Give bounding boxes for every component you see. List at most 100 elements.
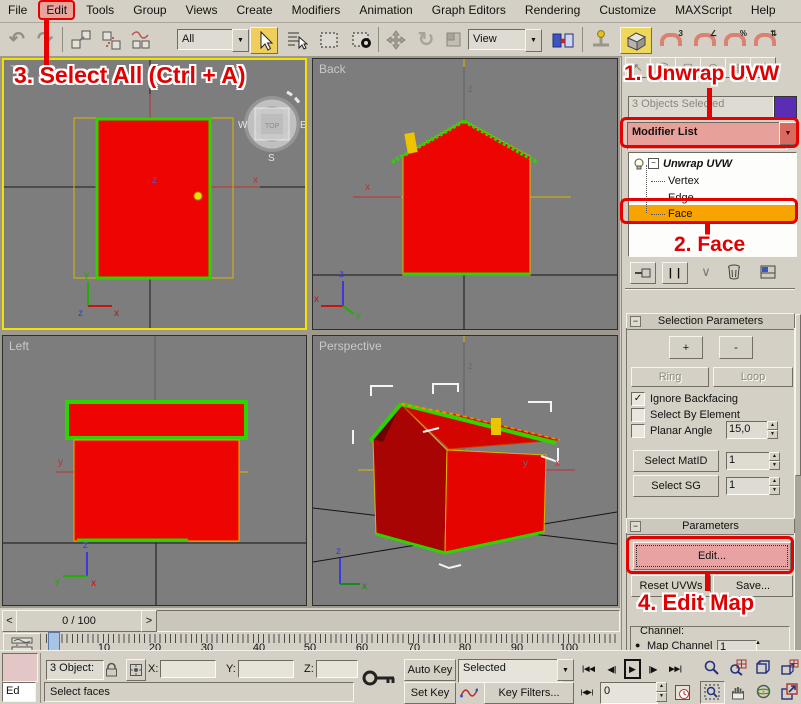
zoom-extents-all-icon[interactable] [778,657,801,678]
reference-coordinate-dropdown-icon[interactable]: ▼ [525,29,542,52]
planar-angle-checkbox[interactable]: Planar Angle [631,424,712,438]
menu-file[interactable]: File [0,0,35,20]
menu-graph-editors[interactable]: Graph Editors [424,0,514,20]
angle-snap-icon[interactable]: ∠ [692,27,718,52]
absolute-offset-toggle-icon[interactable] [126,659,146,681]
auto-key-button[interactable]: Auto Key [404,659,456,681]
unlink-icon[interactable] [98,27,124,52]
select-sg-button[interactable]: Select SG [633,475,719,497]
stack-row-face-selected[interactable]: Face [629,205,797,222]
maxscript-mini-listener-white[interactable]: Ed [2,682,36,702]
stack-row-edge[interactable]: Edge [629,189,797,206]
view-compass[interactable]: TOP W E S [238,92,305,164]
rollout-collapse-icon[interactable]: − [630,316,641,327]
snap-3d-icon[interactable]: 3 [658,27,684,52]
z-coord-field[interactable] [316,660,358,678]
sg-spinner[interactable]: ▲▼ [769,477,780,495]
viewport-top[interactable]: z x TOP W E S y z [2,58,307,330]
x-coord-field[interactable] [160,660,216,678]
configure-modifier-sets-icon[interactable] [756,262,780,282]
make-unique-icon[interactable]: ∨ [694,262,718,282]
selection-set-dropdown-icon[interactable]: ▼ [557,659,574,681]
key-mode-toggle-icon[interactable]: |◀▶| [578,682,596,702]
pin-stack-icon[interactable] [630,262,656,284]
stack-row-vertex[interactable]: Vertex [629,172,797,189]
spinner-snap-icon[interactable]: ⇅ [752,27,778,52]
arc-rotate-icon[interactable] [752,681,775,702]
previous-frame-icon[interactable]: ◀| [603,659,621,679]
manipulate-icon[interactable] [588,27,614,52]
sg-value-field[interactable]: 1 [726,477,770,495]
set-keys-key-icon[interactable] [360,657,398,699]
object-name-field[interactable]: 3 Objects Selected [628,96,774,118]
current-frame-field[interactable]: 0 [600,682,658,704]
rectangular-selection-region-icon[interactable] [316,27,342,52]
mirror-icon[interactable] [550,27,576,52]
select-and-scale-icon[interactable] [441,27,467,52]
selection-filter-combo[interactable]: All ▼ [177,29,249,50]
select-object-icon[interactable] [250,27,278,54]
remove-modifier-icon[interactable] [722,262,746,282]
reference-coordinate-combo[interactable]: View ▼ [468,29,542,50]
next-frame-icon[interactable]: |▶ [644,659,662,679]
ring-button[interactable]: Ring [631,367,709,387]
stack-face-label[interactable]: Face [668,208,692,220]
menu-views[interactable]: Views [178,0,226,20]
set-key-button[interactable]: Set Key [404,682,456,704]
planar-angle-spinner[interactable]: ▲▼ [767,421,778,439]
rollout-collapse-icon[interactable]: − [630,521,641,532]
select-by-element-checkbox[interactable]: Select By Element [631,408,740,422]
object-color-swatch[interactable] [774,96,797,118]
snaps-toggle-icon[interactable] [620,27,652,54]
viewport-back[interactable]: z x z x y Back [312,58,618,330]
loop-button[interactable]: Loop [713,367,793,387]
maxscript-mini-listener-pink[interactable] [2,653,38,682]
undo-icon[interactable]: ↶ [4,27,30,52]
select-by-name-icon[interactable] [284,27,310,52]
selection-lock-icon[interactable] [102,659,120,679]
modifier-list-dropdown-icon[interactable]: ▼ [779,122,797,145]
time-slider-prev-icon[interactable]: < [2,610,17,632]
zoom-icon[interactable] [700,657,723,678]
selection-filter-dropdown-icon[interactable]: ▼ [232,29,249,52]
pan-hand-icon[interactable] [726,681,749,702]
time-configuration-icon[interactable] [672,682,692,702]
select-and-rotate-icon[interactable]: ↻ [413,27,439,52]
current-frame-spinner[interactable]: ▲▼ [656,682,667,702]
play-button-icon[interactable]: ▶ [624,659,641,679]
select-and-move-icon[interactable] [383,27,409,52]
zoom-extents-icon[interactable] [752,657,775,678]
menu-help[interactable]: Help [743,0,784,20]
menu-customize[interactable]: Customize [591,0,664,20]
checkbox-unchecked-icon[interactable] [631,424,645,438]
panel-scrollbar[interactable] [795,314,801,650]
key-filters-button[interactable]: Key Filters... [484,682,574,704]
viewport-perspective[interactable]: z y x z x Perspective [312,335,618,606]
menu-maxscript[interactable]: MAXScript [667,0,740,20]
menu-group[interactable]: Group [125,0,174,20]
region-zoom-icon[interactable] [700,681,725,704]
go-to-start-icon[interactable]: |◀◀ [578,659,599,679]
modifier-list-dropdown[interactable]: Modifier List ▼ [627,122,796,144]
matid-value-field[interactable]: 1 [726,452,770,470]
menu-rendering[interactable]: Rendering [517,0,588,20]
menu-modifiers[interactable]: Modifiers [284,0,349,20]
time-slider-next-icon[interactable]: > [141,610,157,632]
viewport-left[interactable]: y z y x Left [2,335,307,606]
shrink-selection-button[interactable]: - [719,336,753,359]
go-to-end-icon[interactable]: ▶▶| [665,659,686,679]
bind-to-spacewarp-icon[interactable] [128,27,154,52]
zoom-all-icon[interactable] [726,657,749,678]
percent-snap-icon[interactable]: % [722,27,748,52]
menu-edit[interactable]: Edit [38,0,75,20]
stack-vertex-label[interactable]: Vertex [668,175,699,187]
window-crossing-toggle-icon[interactable] [348,27,374,52]
set-key-filters-curve-icon[interactable] [458,682,480,702]
menu-tools[interactable]: Tools [78,0,122,20]
maximize-viewport-toggle-icon[interactable] [778,681,801,702]
checkbox-unchecked-icon[interactable] [631,408,645,422]
select-matid-button[interactable]: Select MatID [633,450,719,472]
menu-animation[interactable]: Animation [351,0,420,20]
stack-modifier-name[interactable]: Unwrap UVW [663,158,732,170]
select-and-link-icon[interactable] [68,27,94,52]
